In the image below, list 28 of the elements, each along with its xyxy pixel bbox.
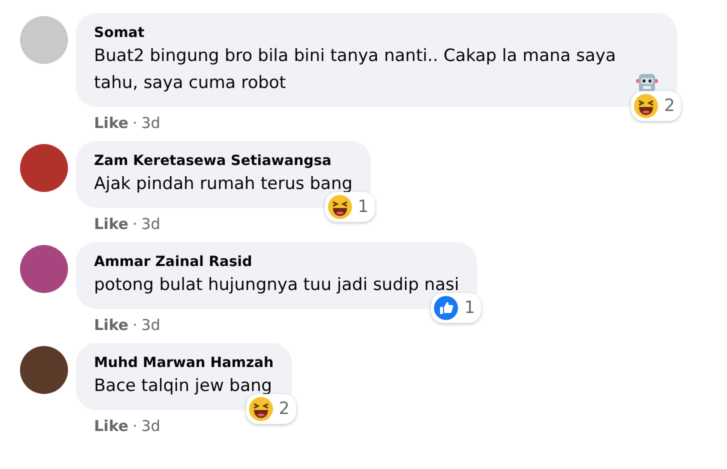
separator-dot: · xyxy=(132,316,138,334)
timestamp[interactable]: 3d xyxy=(141,215,160,233)
profile-photo[interactable] xyxy=(20,346,68,394)
reaction-count[interactable]: 2 xyxy=(631,91,681,121)
commenter-name[interactable]: Zam Keretasewa Setiawangsa xyxy=(94,151,353,171)
commenter-name[interactable]: Muhd Marwan Hamzah xyxy=(94,353,274,373)
timestamp[interactable]: 3d xyxy=(141,417,160,435)
like-link[interactable]: Like xyxy=(94,316,128,334)
reaction-count[interactable]: 1 xyxy=(324,192,375,222)
laughing-emoji-icon xyxy=(248,396,274,422)
separator-dot: · xyxy=(132,417,138,435)
like-link[interactable]: Like xyxy=(94,215,128,233)
separator-dot: · xyxy=(132,215,138,233)
comment-text: Buat2 bingung bro bila bini tanya nanti.. Cakap la mana saya tahu, saya cuma robot xyxy=(94,45,617,95)
timestamp[interactable]: 3d xyxy=(141,316,160,334)
laughing-emoji-icon xyxy=(326,194,353,220)
reaction-count[interactable]: 2 xyxy=(246,394,296,424)
commenter-name[interactable]: Somat xyxy=(94,23,659,43)
reaction-count[interactable]: 1 xyxy=(431,293,482,323)
like-link[interactable]: Like xyxy=(94,417,128,435)
timestamp[interactable]: 3d xyxy=(141,114,160,132)
profile-photo[interactable] xyxy=(20,245,68,293)
laughing-emoji-icon xyxy=(633,93,660,119)
like-link[interactable]: Like xyxy=(94,114,128,132)
commenter-name[interactable]: Ammar Zainal Rasid xyxy=(94,252,460,272)
separator-dot: · xyxy=(132,114,138,132)
profile-photo[interactable] xyxy=(20,144,68,192)
thumbs-up-icon xyxy=(433,295,460,321)
